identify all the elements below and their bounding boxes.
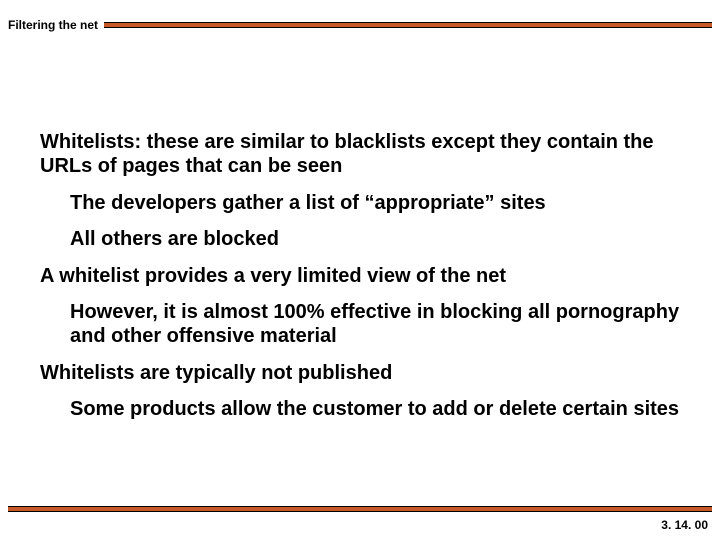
bullet-level1: A whitelist provides a very limited view… (40, 264, 680, 288)
header-divider (104, 22, 712, 28)
bullet-level2: Some products allow the customer to add … (70, 397, 680, 421)
bullet-level1: Whitelists: these are similar to blackli… (40, 130, 680, 179)
footer-divider (8, 506, 712, 512)
slide-header-title: Filtering the net (8, 18, 104, 32)
bullet-level2: All others are blocked (70, 227, 680, 251)
slide: Filtering the net Whitelists: these are … (0, 0, 720, 540)
slide-header: Filtering the net (8, 18, 712, 32)
bullet-level1: Whitelists are typically not published (40, 361, 680, 385)
slide-body: Whitelists: these are similar to blackli… (40, 130, 680, 434)
slide-number: 3. 14. 00 (661, 518, 708, 532)
bullet-level2: However, it is almost 100% effective in … (70, 300, 680, 349)
bullet-level2: The developers gather a list of “appropr… (70, 191, 680, 215)
